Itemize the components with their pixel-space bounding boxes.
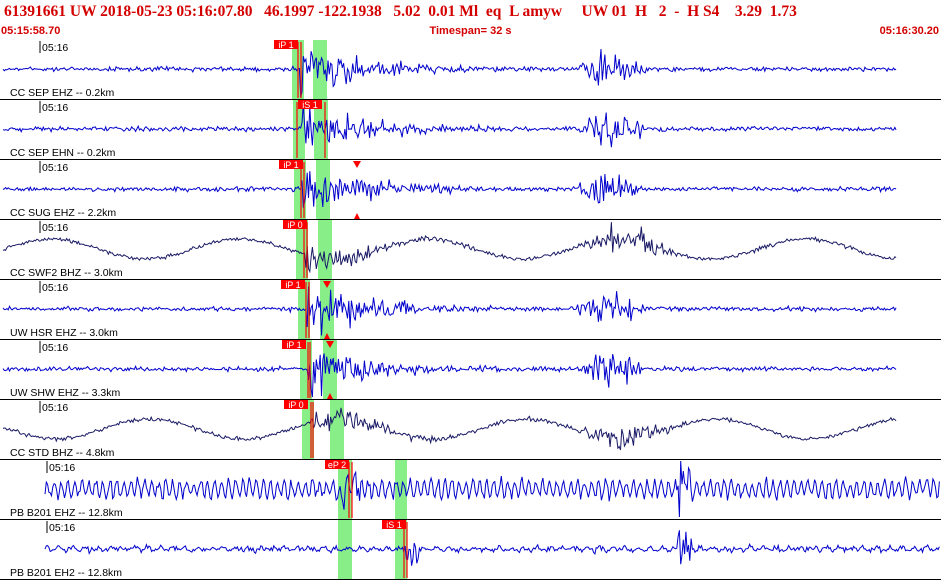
trace-row[interactable]: iP 0 05:16 CC STD BHZ -- 4.8km	[0, 400, 941, 460]
trace-time-label: 05:16	[42, 222, 68, 234]
waveform	[44, 460, 940, 518]
trace-time-label: 05:16	[42, 402, 68, 414]
waveform	[2, 407, 897, 451]
trace-time-label: 05:16	[42, 102, 68, 114]
trace-row[interactable]: iS 1 05:16 PB B201 EH2 -- 12.8km	[0, 520, 941, 580]
pick-flag-label: iP 0	[288, 400, 303, 410]
seismogram-panel[interactable]: iP 1 05:16 CC SEP EHZ -- 0.2km iS 1 05:16 CC …	[0, 40, 941, 580]
pick-window	[318, 220, 332, 280]
trace-row[interactable]: eP 2 05:16 PB B201 EHZ -- 12.8km	[0, 460, 941, 520]
waveform	[2, 104, 897, 148]
pick-flag-label: iS 1	[302, 100, 318, 110]
pick-flag-label: eP 2	[328, 460, 346, 470]
event-header: 61391661 UW 2018-05-23 05:16:07.80 46.19…	[0, 0, 941, 24]
event-summary: 61391661 UW 2018-05-23 05:16:07.80 46.19…	[4, 3, 797, 20]
trace-time-label: 05:16	[49, 522, 75, 534]
trace-time-label: 05:16	[42, 342, 68, 354]
pick-triangle	[354, 213, 360, 219]
waveform	[2, 49, 897, 98]
pick-flag-label: iP 1	[286, 340, 301, 350]
station-label: UW SHW EHZ -- 3.3km	[10, 387, 120, 399]
pick-flag-label: iP 0	[287, 220, 302, 230]
pick-triangle	[353, 161, 361, 168]
window-end-time: 05:16:30.20	[879, 25, 939, 37]
trace-row[interactable]: iP 0 05:16 CC SWF2 BHZ -- 3.0km	[0, 220, 941, 280]
pick-window	[316, 160, 330, 220]
station-label: UW HSR EHZ -- 3.0km	[10, 327, 118, 339]
pick-window	[330, 400, 344, 460]
timespan-label: Timespan= 32 s	[429, 25, 512, 37]
station-label: CC SWF2 BHZ -- 3.0km	[10, 267, 123, 279]
trace-time-label: 05:16	[42, 282, 68, 294]
trace-row[interactable]: iP 1 05:16 CC SEP EHZ -- 0.2km	[0, 40, 941, 100]
station-label: PB B201 EHZ -- 12.8km	[10, 507, 123, 519]
trace-row[interactable]: iP 1 05:16 UW SHW EHZ -- 3.3km	[0, 340, 941, 400]
pick-flag-label: iS 1	[386, 520, 402, 530]
waveform	[2, 171, 897, 208]
trace-time-label: 05:16	[42, 42, 68, 54]
trace-row[interactable]: iP 1 05:16 CC SUG EHZ -- 2.2km	[0, 160, 941, 220]
pick-flag-label: iP 1	[278, 40, 293, 50]
station-label: PB B201 EH2 -- 12.8km	[10, 567, 122, 579]
station-label: CC STD BHZ -- 4.8km	[10, 447, 115, 459]
station-label: CC SEP EHN -- 0.2km	[10, 147, 116, 159]
trace-row[interactable]: iP 1 05:16 UW HSR EHZ -- 3.0km	[0, 280, 941, 340]
waveform	[2, 353, 897, 398]
pick-flag-label: iP 1	[285, 280, 300, 290]
trace-time-label: 05:16	[49, 462, 75, 474]
trace-time-label: 05:16	[42, 162, 68, 174]
time-bar: 05:15:58.70 Timespan= 32 s 05:16:30.20	[0, 25, 941, 39]
pick-flag-label: iP 1	[283, 160, 298, 170]
waveform	[2, 286, 897, 336]
station-label: CC SUG EHZ -- 2.2km	[10, 207, 116, 219]
waveform	[2, 222, 897, 274]
waveform	[44, 530, 940, 566]
station-label: CC SEP EHZ -- 0.2km	[10, 87, 114, 99]
trace-row[interactable]: iS 1 05:16 CC SEP EHN -- 0.2km	[0, 100, 941, 160]
